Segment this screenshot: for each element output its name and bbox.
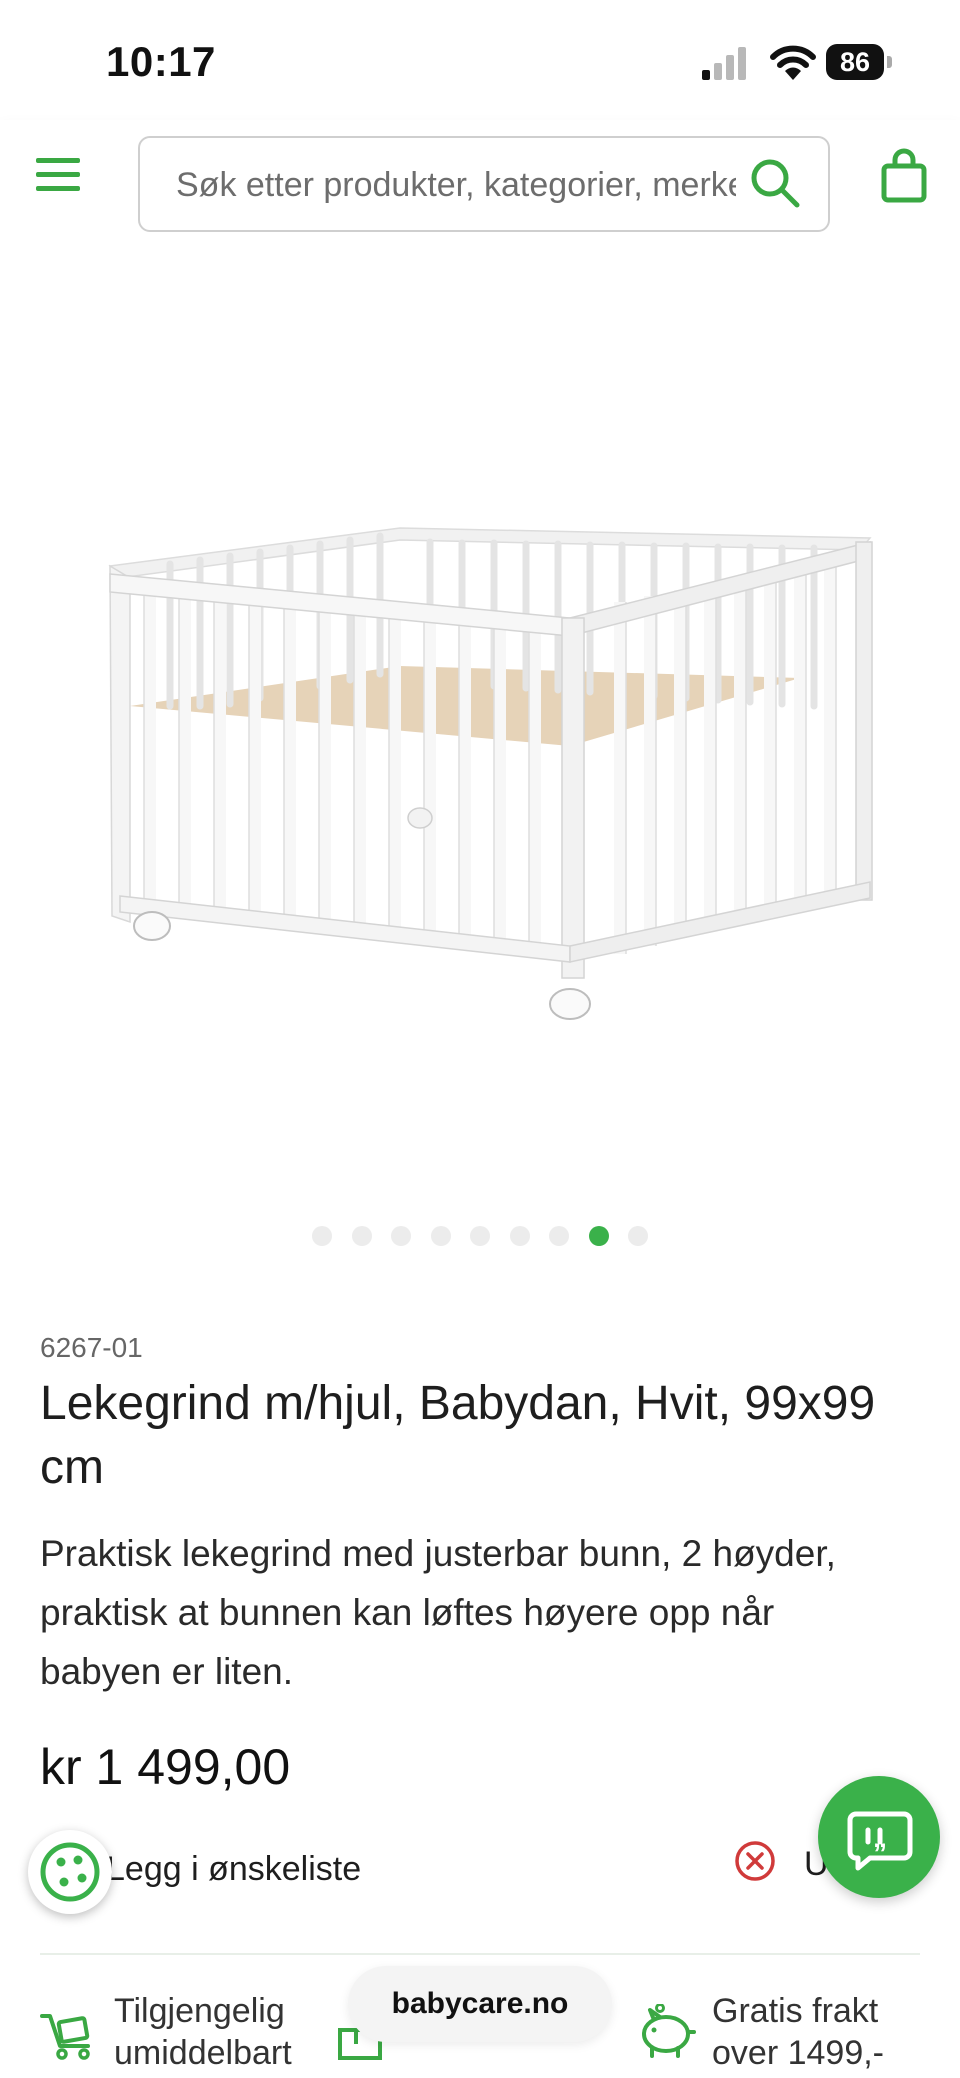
wifi-icon [770,45,816,80]
feature-availability: Tilgjengelig umiddelbart [114,1992,292,2072]
status-bar: 10:17 86 [0,0,960,120]
cart-check-icon [40,2014,90,2060]
chat-button[interactable]: „ [818,1776,940,1898]
search-icon[interactable] [748,156,802,210]
feature-free-shipping: Gratis frakt over 1499,- [712,1992,884,2072]
shopping-bag-icon[interactable] [880,148,928,204]
url-pill[interactable]: babycare.no [348,1966,612,2042]
product-price: kr 1 499,00 [40,1739,291,1795]
cookie-settings-button[interactable] [28,1830,112,1914]
carousel-dot[interactable] [312,1226,332,1246]
carousel-dot[interactable] [430,1226,451,1246]
wishlist-button[interactable]: Legg i ønskeliste [106,1850,361,1889]
site-header [0,120,960,266]
battery-level: 86 [826,44,884,80]
carousel-dot[interactable] [509,1226,530,1246]
piggy-bank-icon [642,2004,696,2058]
carousel-dot[interactable] [628,1226,648,1246]
search-box [138,136,830,232]
carousel-dot[interactable] [470,1226,490,1246]
search-input[interactable] [174,138,738,232]
cellular-signal-icon [702,47,746,80]
status-time: 10:17 [106,38,216,85]
unavailable-x-icon [735,1841,775,1881]
product-title: Lekegrind m/hjul, Babydan, Hvit, 99x99 c… [40,1377,876,1494]
divider [40,1953,920,1955]
carousel-dot[interactable] [549,1226,569,1246]
carousel-indicator [0,1226,960,1250]
carousel-dot[interactable] [391,1226,411,1246]
product-image [108,527,873,1020]
carousel-dot[interactable] [351,1226,372,1246]
cookie-icon [40,1842,100,1902]
product-image-gallery[interactable] [0,266,960,1216]
chat-bubble-icon: „ [847,1811,913,1871]
hamburger-menu-icon[interactable] [34,156,82,196]
carousel-dot[interactable] [588,1226,609,1246]
product-sku: 6267-01 [40,1332,143,1363]
product-description: Praktisk lekegrind med justerbar bunn, 2… [40,1533,836,1692]
battery-icon: 86 [826,44,896,82]
